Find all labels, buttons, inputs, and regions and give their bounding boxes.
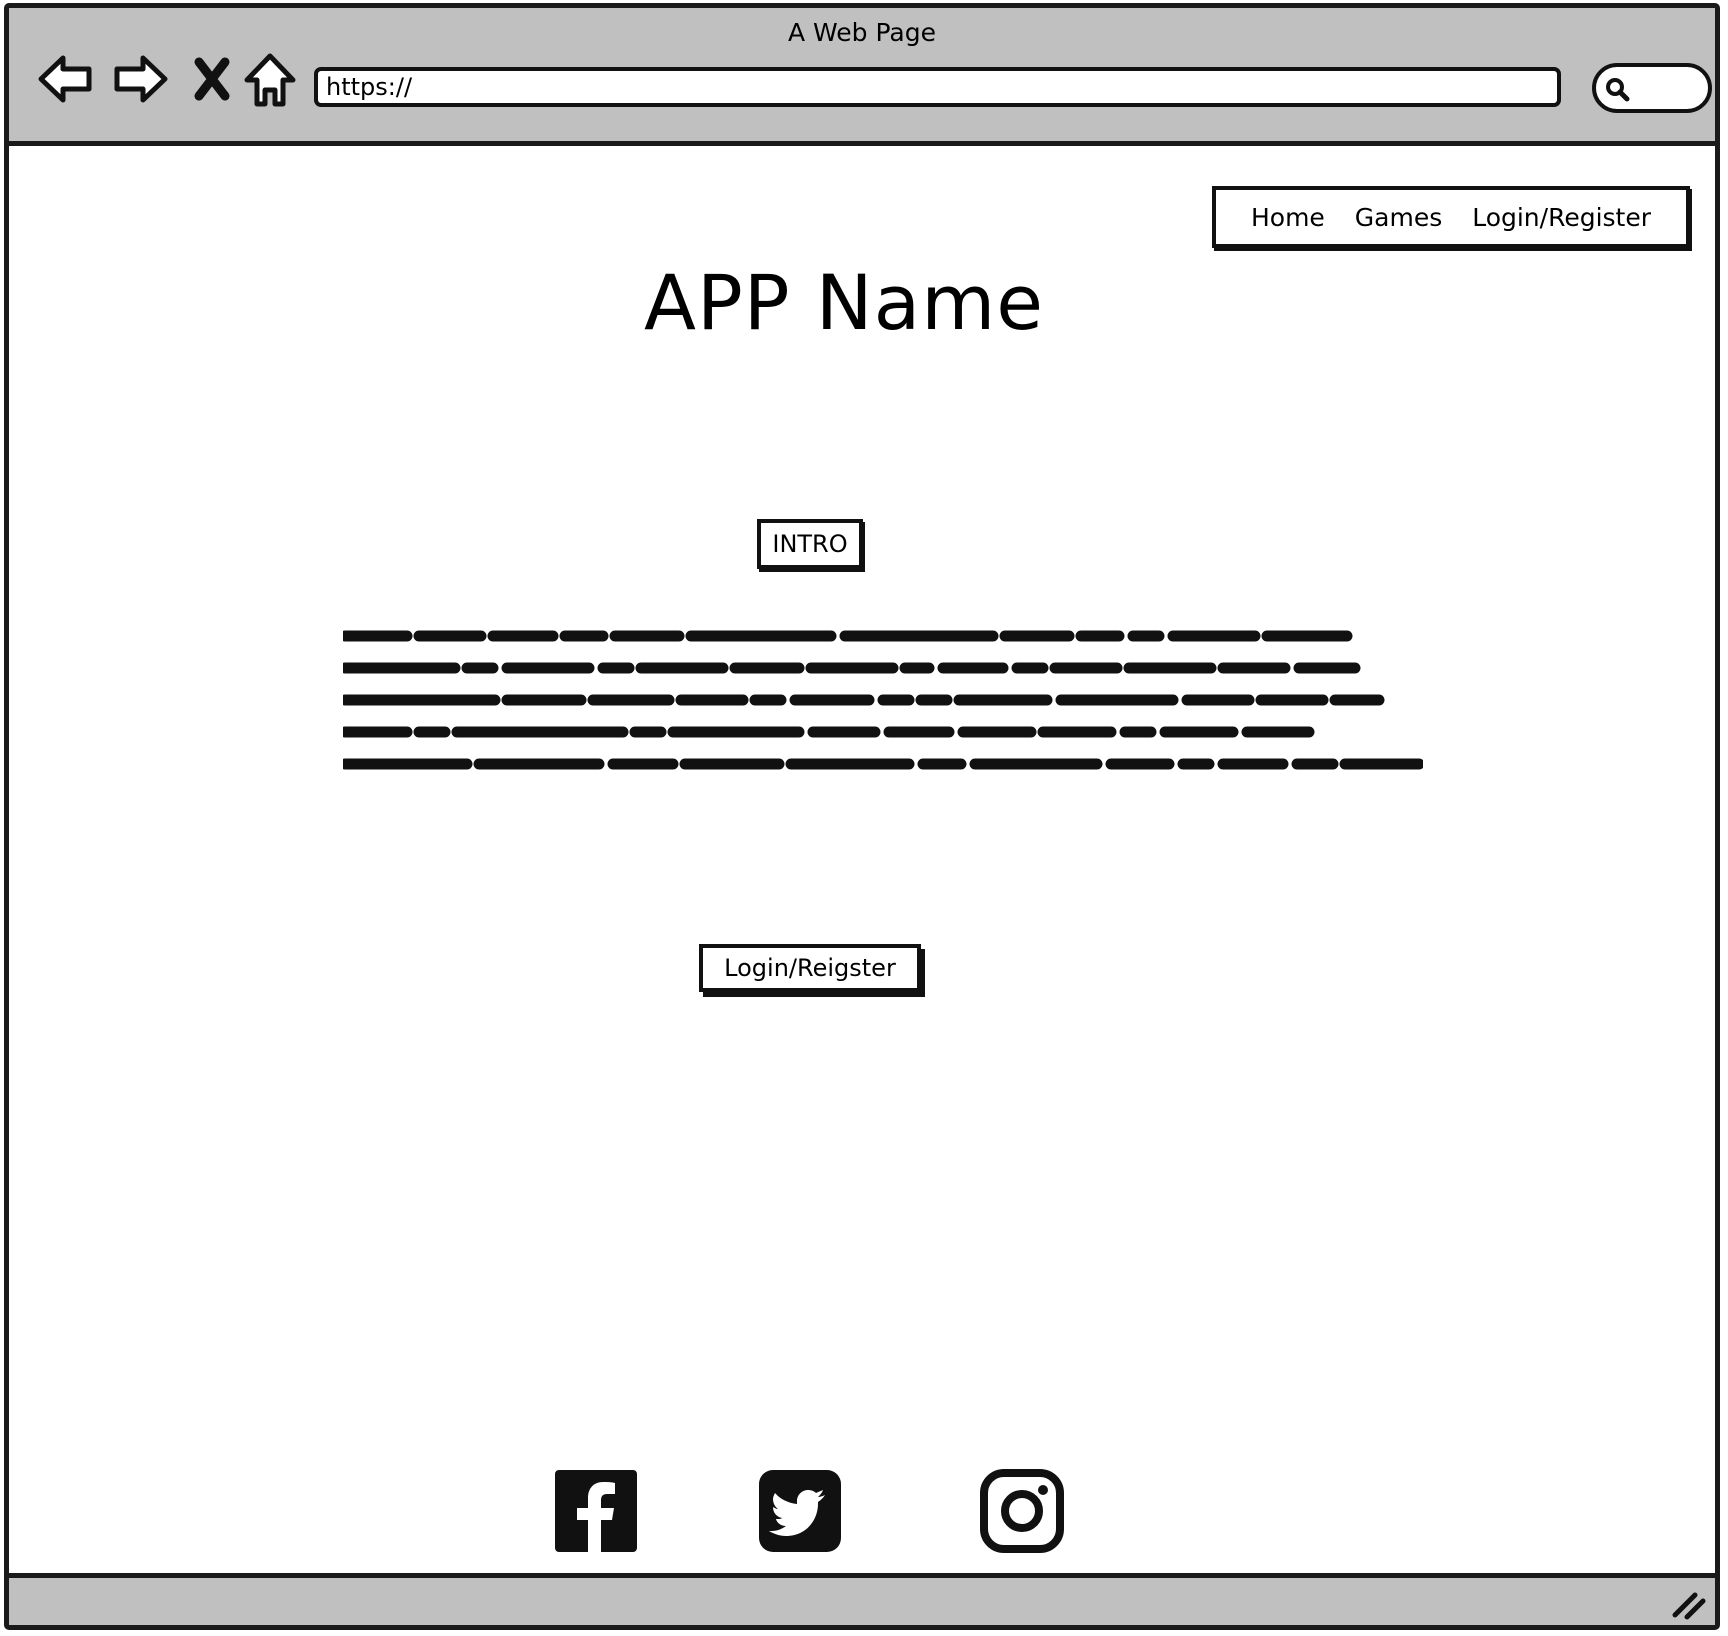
stop-icon[interactable] <box>181 48 243 110</box>
nav-item-home[interactable]: Home <box>1251 203 1325 232</box>
url-input[interactable]: https:// <box>314 67 1561 107</box>
top-navigation: Home Games Login/Register <box>1212 186 1690 248</box>
window-title: A Web Page <box>787 18 937 47</box>
instagram-icon[interactable] <box>979 1468 1065 1554</box>
back-arrow-icon[interactable] <box>35 48 97 110</box>
status-bar <box>9 1573 1715 1625</box>
nav-item-login-register[interactable]: Login/Register <box>1472 203 1651 232</box>
resize-grip-icon[interactable] <box>1669 1585 1709 1621</box>
forward-arrow-icon[interactable] <box>109 48 171 110</box>
app-title: APP Name <box>643 258 1045 347</box>
twitter-icon[interactable] <box>757 1468 843 1554</box>
facebook-icon[interactable] <box>553 1468 639 1554</box>
browser-search-input[interactable] <box>1592 63 1712 113</box>
search-icon <box>1606 78 1630 102</box>
login-register-button[interactable]: Login/Reigster <box>699 944 921 992</box>
intro-label: INTRO <box>757 519 863 569</box>
browser-toolbar: A Web Page https:// <box>9 8 1715 146</box>
browser-window: A Web Page https:// Home Games Login/Reg… <box>4 3 1720 1630</box>
placeholder-text-scribble <box>343 630 1423 770</box>
nav-item-games[interactable]: Games <box>1355 203 1442 232</box>
home-icon[interactable] <box>239 48 301 110</box>
